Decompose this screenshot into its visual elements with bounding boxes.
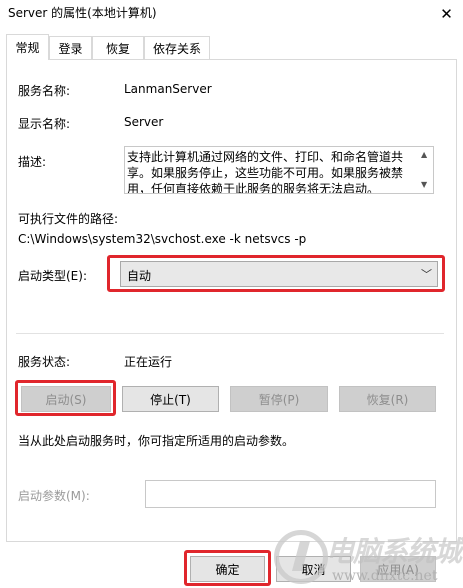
start-params-input[interactable] [145, 480, 436, 508]
stop-button[interactable]: 停止(T) [122, 386, 219, 412]
description-text: 支持此计算机通过网络的文件、打印、和命名管道共享。如果服务停止，这些功能不可用。… [127, 150, 404, 194]
service-name-label: 服务名称: [18, 84, 71, 98]
tab-dependencies[interactable]: 依存关系 [144, 36, 210, 59]
highlight-startup-type [107, 255, 445, 292]
apply-button[interactable]: 应用(A) [360, 556, 436, 582]
start-params-label: 启动参数(M): [18, 489, 90, 503]
separator [16, 333, 444, 334]
highlight-start-button [15, 380, 116, 416]
exe-path-label: 可执行文件的路径: [18, 212, 119, 226]
pause-button[interactable]: 暂停(P) [230, 386, 328, 412]
description-scrollbar[interactable]: ▲ ▼ [419, 147, 433, 193]
close-icon[interactable]: ✕ [430, 0, 463, 28]
highlight-ok-button [184, 550, 271, 586]
title-bar: Server 的属性(本地计算机) ✕ [0, 0, 463, 30]
window-title: Server 的属性(本地计算机) [8, 6, 157, 20]
tab-panel-general [6, 59, 457, 542]
resume-button[interactable]: 恢复(R) [339, 386, 436, 412]
display-name-value: Server [124, 115, 164, 129]
display-name-label: 显示名称: [18, 117, 71, 131]
start-params-hint: 当从此处启动服务时，你可指定所适用的启动参数。 [18, 434, 295, 448]
tab-recovery[interactable]: 恢复 [92, 36, 144, 59]
scroll-down-icon[interactable]: ▼ [421, 180, 427, 189]
scroll-up-icon[interactable]: ▲ [421, 150, 427, 159]
description-label: 描述: [18, 155, 47, 169]
cancel-button[interactable]: 取消 [276, 556, 351, 582]
description-box[interactable]: 支持此计算机通过网络的文件、打印、和命名管道共享。如果服务停止，这些功能不可用。… [124, 146, 434, 194]
tab-logon[interactable]: 登录 [49, 36, 92, 59]
service-name-value: LanmanServer [124, 82, 212, 96]
service-status-label: 服务状态: [18, 355, 71, 369]
startup-type-label: 启动类型(E): [18, 269, 87, 283]
service-status-value: 正在运行 [124, 355, 173, 369]
tab-general[interactable]: 常规 [6, 34, 49, 60]
exe-path-value: C:\Windows\system32\svchost.exe -k netsv… [18, 232, 307, 246]
